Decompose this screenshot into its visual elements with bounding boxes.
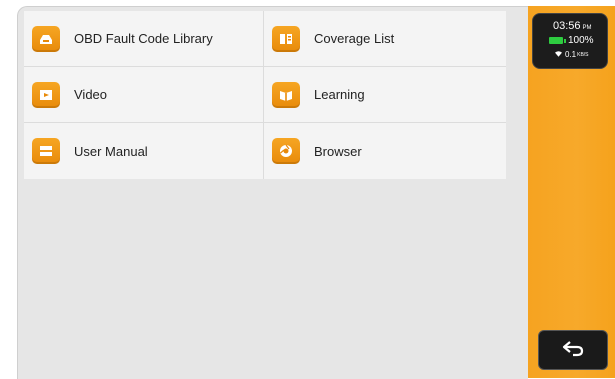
battery-tip (564, 38, 566, 43)
menu-item-label: OBD Fault Code Library (74, 31, 213, 46)
status-panel: 03:56 PM 100% 0.1 KB/S (532, 13, 608, 69)
back-arrow-icon (561, 339, 585, 362)
menu-grid: OBD Fault Code Library Coverage List Vid… (24, 11, 506, 179)
user-manual-icon (32, 138, 60, 164)
wifi-icon (555, 50, 562, 59)
menu-item-video[interactable]: Video (24, 67, 264, 123)
battery-icon (549, 37, 563, 44)
menu-item-learning[interactable]: Learning (264, 67, 506, 123)
menu-item-user-manual[interactable]: User Manual (24, 123, 264, 179)
clock-time: 03:56 (553, 20, 581, 32)
menu-item-label: Coverage List (314, 31, 395, 46)
clock-ampm: PM (582, 25, 592, 31)
menu-item-browser[interactable]: Browser (264, 123, 506, 179)
menu-item-label: Browser (314, 143, 362, 159)
main-screen: OBD Fault Code Library Coverage List Vid… (17, 6, 528, 379)
net-speed-unit: KB/S (577, 51, 589, 58)
menu-item-obd-fault-code-library[interactable]: OBD Fault Code Library (24, 11, 264, 67)
network-status: 0.1 KB/S (555, 50, 589, 59)
clock: 03:56 PM (553, 20, 592, 32)
menu-item-label: Video (74, 87, 108, 102)
coverage-list-icon (272, 25, 300, 52)
battery-status: 100% (549, 35, 594, 46)
menu-item-coverage-list[interactable]: Coverage List (264, 11, 506, 67)
device-frame: OBD Fault Code Library Coverage List Vid… (0, 0, 615, 379)
video-icon (32, 81, 60, 108)
menu-item-label: Learning (314, 87, 365, 102)
learning-icon (272, 81, 300, 108)
browser-icon (272, 138, 300, 164)
battery-level: 100% (568, 35, 594, 46)
net-speed: 0.1 (565, 50, 577, 59)
back-button[interactable] (538, 330, 608, 370)
menu-item-label: User Manual (74, 143, 148, 159)
fault-code-library-icon (32, 25, 60, 52)
